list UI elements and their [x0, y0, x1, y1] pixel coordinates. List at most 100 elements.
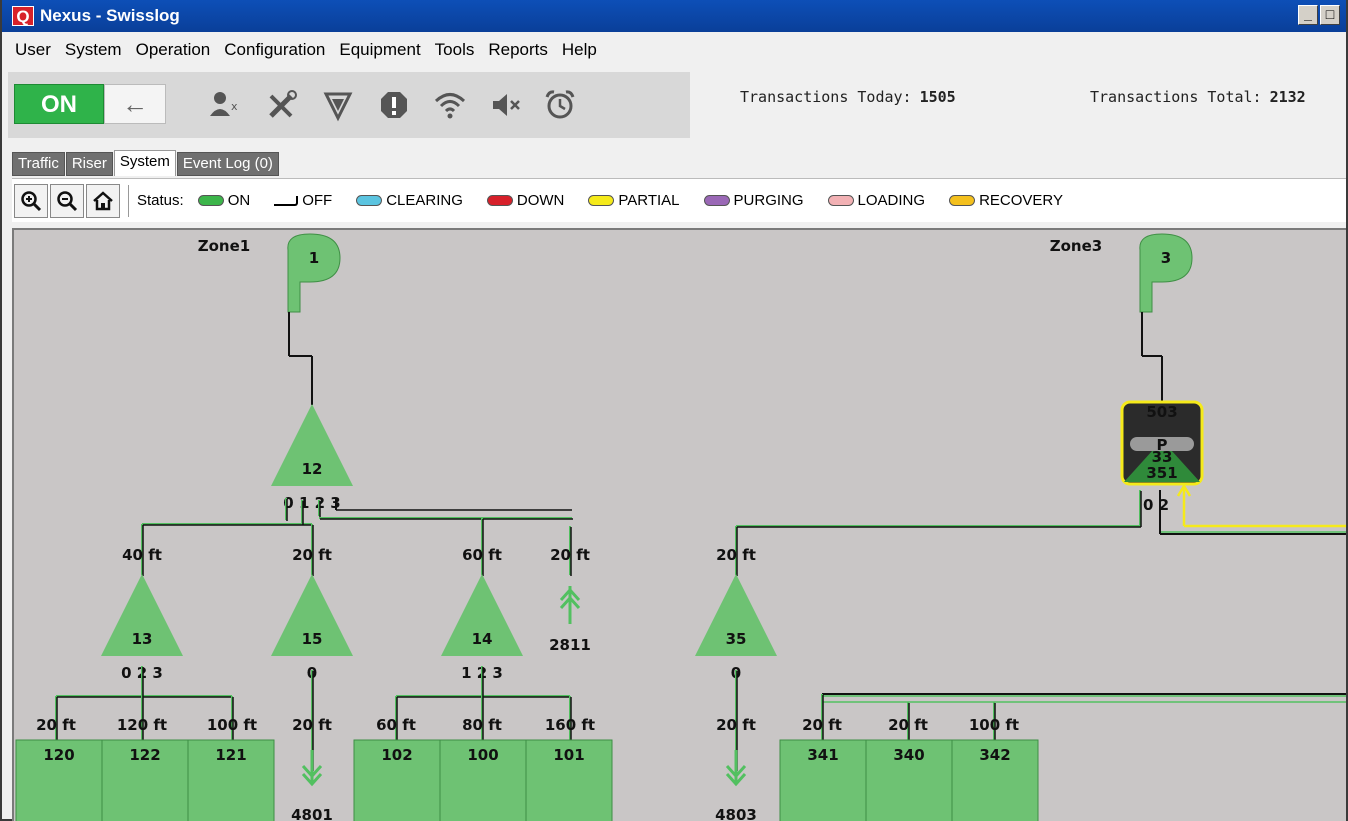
station-label: 342 [979, 746, 1010, 764]
legend-label: PARTIAL [618, 192, 680, 209]
station-120[interactable]: 120 [15, 739, 103, 821]
toolbar: ON ← x [8, 72, 690, 138]
legend-item-partial: PARTIAL [588, 192, 680, 209]
station-342[interactable]: 342 [951, 739, 1039, 821]
menu-equipment[interactable]: Equipment [332, 40, 427, 60]
diverter-13[interactable]: 13 [101, 574, 183, 656]
tools-icon[interactable] [262, 86, 302, 124]
status-label: Status: [137, 192, 184, 209]
transactions-today-value: 1505 [919, 88, 956, 106]
menu-reports[interactable]: Reports [481, 40, 555, 60]
minimize-button[interactable]: _ [1298, 5, 1318, 25]
legend-swatch [703, 195, 730, 206]
tab-traffic[interactable]: Traffic [12, 152, 65, 176]
distance-label: 100 ft [207, 716, 257, 734]
endpoint-arrow [725, 750, 747, 787]
distance-label: 160 ft [545, 716, 595, 734]
zoom-in-icon [21, 190, 42, 211]
menu-configuration[interactable]: Configuration [217, 40, 332, 60]
blower-label: 1 [309, 249, 319, 267]
legend-item-off: OFF [274, 192, 332, 209]
wifi-icon[interactable] [430, 86, 470, 124]
diverter-15[interactable]: 15 [271, 574, 353, 656]
distance-label: 20 ft [802, 716, 842, 734]
diverter-14[interactable]: 14 [441, 574, 523, 656]
station-label: 100 [467, 746, 498, 764]
title-bar: Q Nexus - Swisslog _ □ [2, 0, 1346, 32]
distance-label: 60 ft [376, 716, 416, 734]
legend-label: OFF [302, 192, 333, 209]
legend-swatch [827, 195, 854, 206]
blower-body [287, 233, 341, 313]
menu-system[interactable]: System [58, 40, 129, 60]
zoom-in-button[interactable] [14, 183, 48, 218]
blower-3[interactable]: 3 [1139, 233, 1193, 313]
system-on-button[interactable]: ON [14, 84, 104, 124]
station-102[interactable]: 102 [353, 739, 441, 821]
distance-label: 20 ft [888, 716, 928, 734]
menu-tools[interactable]: Tools [428, 40, 482, 60]
menu-operation[interactable]: Operation [129, 40, 218, 60]
filter-icon[interactable] [318, 86, 358, 124]
legend-swatch [197, 195, 224, 206]
diverter-label: 13 [132, 630, 153, 648]
distance-label: 80 ft [462, 716, 502, 734]
distance-label: 20 ft [292, 716, 332, 734]
transactions-total-label: Transactions Total: [1090, 88, 1262, 106]
legend-swatch [949, 195, 976, 206]
alert-icon[interactable] [374, 86, 414, 124]
diverter-12[interactable]: 12 [271, 404, 353, 486]
diverter-label: 14 [472, 630, 493, 648]
zoom-out-button[interactable] [50, 183, 84, 218]
tab-riser[interactable]: Riser [65, 152, 113, 176]
station-label: 120 [43, 746, 74, 764]
mute-icon[interactable] [486, 86, 526, 124]
blower-1[interactable]: 1 [287, 233, 341, 313]
tab-system[interactable]: System [113, 150, 176, 176]
distance-label: 20 ft [550, 546, 590, 564]
endpoint-arrow [559, 586, 581, 624]
application-window: Q Nexus - Swisslog _ □ User System Opera… [0, 0, 1348, 821]
app-logo-icon: Q [12, 6, 34, 26]
menu-bar: User System Operation Configuration Equi… [2, 32, 1346, 68]
transactions-today-label: Transactions Today: [740, 88, 912, 106]
maximize-button[interactable]: □ [1320, 5, 1340, 25]
station-100[interactable]: 100 [439, 739, 527, 821]
legend-label: ON [227, 192, 251, 209]
station-122[interactable]: 122 [101, 739, 189, 821]
distance-label: 60 ft [462, 546, 502, 564]
station-121[interactable]: 121 [187, 739, 275, 821]
station-341[interactable]: 341 [779, 739, 867, 821]
distance-label: 20 ft [716, 546, 756, 564]
partial-flow-arrow [1176, 483, 1192, 526]
legend-item-down: DOWN [486, 192, 564, 209]
back-button[interactable]: ← [104, 84, 166, 124]
home-view-button[interactable] [86, 183, 120, 218]
alarm-clock-icon[interactable] [540, 86, 580, 124]
transactions-today: Transactions Today: 1505 [740, 88, 956, 106]
station-label: 122 [129, 746, 160, 764]
svg-text:x: x [231, 100, 238, 113]
station-101[interactable]: 101 [525, 739, 613, 821]
diverter-35[interactable]: 35 [695, 574, 777, 656]
endpoint-label: 4803 [715, 806, 757, 821]
menu-user[interactable]: User [8, 40, 58, 60]
endpoint-label: 4801 [291, 806, 333, 821]
view-tabs: Traffic Riser System Event Log (0) [12, 150, 280, 176]
purge-unit-top-label: 503 [1146, 403, 1177, 421]
window-controls: _ □ [1298, 5, 1340, 25]
zoom-out-icon [57, 190, 78, 211]
tab-event-log[interactable]: Event Log (0) [176, 152, 279, 176]
station-340[interactable]: 340 [865, 739, 953, 821]
user-remove-icon[interactable]: x [204, 86, 244, 124]
legend-label: PURGING [733, 192, 804, 209]
legend-swatch [486, 195, 513, 206]
distance-label: 20 ft [716, 716, 756, 734]
station-label: 340 [893, 746, 924, 764]
menu-help[interactable]: Help [555, 40, 604, 60]
diverter-label: 35 [726, 630, 747, 648]
legend-swatch [356, 195, 383, 206]
purge-unit[interactable]: 503P33351 [1120, 400, 1204, 486]
diverter-ports: 0 1 2 3 [283, 494, 340, 512]
distance-label: 100 ft [969, 716, 1019, 734]
